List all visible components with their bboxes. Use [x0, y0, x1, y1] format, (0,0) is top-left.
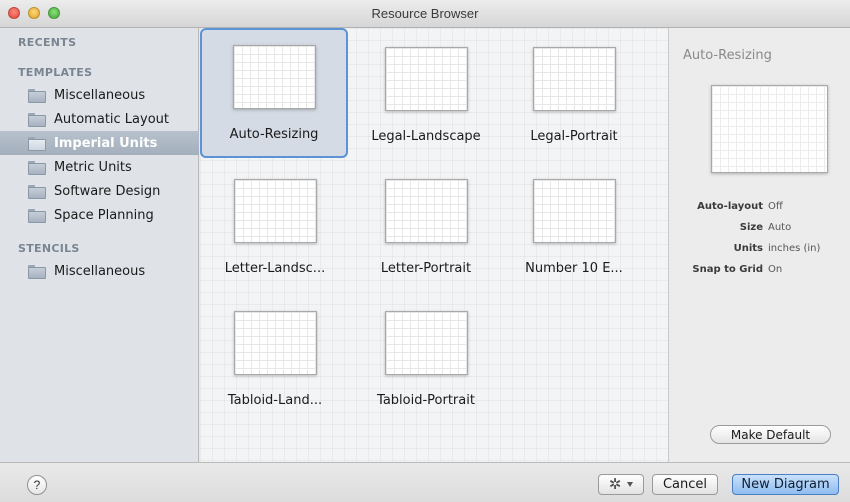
template-label: Letter-Landsc... — [224, 261, 326, 276]
template-preview — [711, 85, 828, 173]
template-thumbnail — [533, 47, 616, 111]
sidebar-item-label: Space Planning — [54, 207, 154, 223]
minimize-window-button[interactable] — [28, 7, 40, 19]
template-grid: Auto-Resizing Legal-Landscape Legal-Port… — [200, 28, 668, 462]
folder-icon — [28, 185, 46, 199]
recents-header[interactable]: RECENTS — [18, 36, 76, 49]
sidebar-item-label: Metric Units — [54, 159, 132, 175]
template-thumbnail — [234, 179, 317, 243]
prop-value: inches (in) — [768, 243, 821, 254]
folder-icon — [28, 209, 46, 223]
help-button[interactable]: ? — [27, 475, 47, 495]
template-tile-legal-portrait[interactable]: Legal-Portrait — [500, 30, 648, 160]
stencils-header[interactable]: STENCILS — [18, 242, 80, 255]
sidebar: RECENTS TEMPLATES Miscellaneous Automati… — [0, 28, 199, 462]
chevron-down-icon — [627, 482, 634, 487]
prop-snap-to-grid: Snap to Grid On — [669, 264, 850, 278]
new-diagram-button[interactable]: New Diagram — [732, 474, 839, 495]
sidebar-item-label: Miscellaneous — [54, 263, 146, 279]
sidebar-item-label: Miscellaneous — [54, 87, 146, 103]
template-tile-auto-resizing[interactable]: Auto-Resizing — [200, 28, 348, 158]
sidebar-item-space-planning[interactable]: Space Planning — [0, 203, 199, 227]
template-thumbnail — [385, 311, 468, 375]
folder-icon — [28, 113, 46, 127]
folder-icon — [28, 137, 46, 151]
template-tile-number-10-envelope[interactable]: Number 10 E... — [500, 162, 648, 292]
sidebar-item-miscellaneous[interactable]: Miscellaneous — [0, 83, 199, 107]
prop-auto-layout: Auto-layout Off — [669, 201, 850, 215]
template-label: Number 10 E... — [525, 261, 623, 276]
sidebar-item-label: Software Design — [54, 183, 161, 199]
gear-icon: ✲ — [608, 476, 622, 493]
zoom-window-button[interactable] — [48, 7, 60, 19]
template-label: Legal-Portrait — [530, 129, 618, 144]
template-tile-tabloid-portrait[interactable]: Tabloid-Portrait — [352, 294, 500, 424]
action-menu-button[interactable]: ✲ — [598, 474, 644, 495]
template-label: Auto-Resizing — [229, 127, 319, 142]
template-thumbnail — [233, 45, 316, 109]
bottom-bar: ? ✲ Cancel New Diagram — [0, 462, 850, 502]
template-tile-legal-landscape[interactable]: Legal-Landscape — [352, 30, 500, 160]
prop-value: Off — [768, 201, 783, 212]
template-thumbnail — [533, 179, 616, 243]
sidebar-item-label: Automatic Layout — [54, 111, 169, 127]
template-label: Tabloid-Land... — [227, 393, 323, 408]
title-bar: Resource Browser — [0, 0, 850, 28]
window-title: Resource Browser — [371, 6, 479, 21]
sidebar-item-stencil-miscellaneous[interactable]: Miscellaneous — [0, 259, 199, 283]
prop-value: On — [768, 264, 783, 275]
templates-header[interactable]: TEMPLATES — [18, 66, 92, 79]
template-tile-tabloid-landscape[interactable]: Tabloid-Land... — [201, 294, 349, 424]
sidebar-item-imperial-units[interactable]: Imperial Units — [0, 131, 199, 155]
prop-key: Size — [739, 222, 763, 233]
template-thumbnail — [385, 47, 468, 111]
template-tile-letter-landscape[interactable]: Letter-Landsc... — [201, 162, 349, 292]
inspector-panel: Auto-Resizing Auto-layout Off Size Auto … — [668, 28, 850, 462]
prop-value: Auto — [768, 222, 792, 233]
cancel-button[interactable]: Cancel — [652, 474, 718, 495]
template-label: Legal-Landscape — [371, 129, 481, 144]
folder-icon — [28, 89, 46, 103]
close-window-button[interactable] — [8, 7, 20, 19]
make-default-button[interactable]: Make Default — [710, 425, 831, 444]
template-label: Letter-Portrait — [380, 261, 472, 276]
sidebar-item-metric-units[interactable]: Metric Units — [0, 155, 199, 179]
template-label: Tabloid-Portrait — [377, 393, 475, 408]
template-thumbnail — [385, 179, 468, 243]
prop-key: Units — [733, 243, 763, 254]
prop-size: Size Auto — [669, 222, 850, 236]
folder-icon — [28, 265, 46, 279]
inspector-title: Auto-Resizing — [683, 48, 772, 63]
sidebar-item-label: Imperial Units — [54, 135, 158, 151]
folder-icon — [28, 161, 46, 175]
window-controls — [8, 7, 60, 19]
sidebar-item-software-design[interactable]: Software Design — [0, 179, 199, 203]
prop-key: Snap to Grid — [692, 264, 763, 275]
prop-key: Auto-layout — [697, 201, 763, 212]
template-tile-letter-portrait[interactable]: Letter-Portrait — [352, 162, 500, 292]
sidebar-item-automatic-layout[interactable]: Automatic Layout — [0, 107, 199, 131]
prop-units: Units inches (in) — [669, 243, 850, 257]
template-thumbnail — [234, 311, 317, 375]
